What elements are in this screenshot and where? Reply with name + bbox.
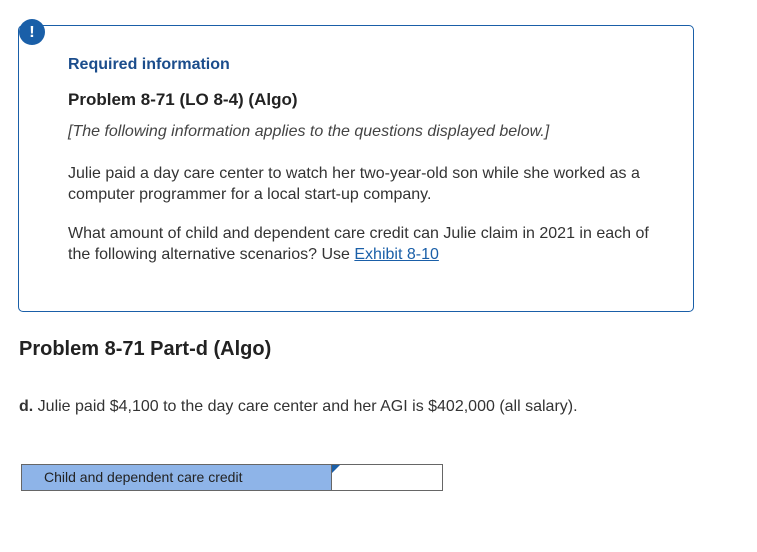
question-text: d. Julie paid $4,100 to the day care cen…	[19, 398, 578, 416]
required-information-heading: Required information	[68, 56, 230, 73]
answer-input-wrapper	[331, 465, 442, 490]
scenario-paragraph: Julie paid a day care center to watch he…	[68, 165, 640, 203]
input-corner-marker-icon	[332, 465, 340, 473]
answer-row: Child and dependent care credit	[21, 464, 443, 491]
exhibit-link[interactable]: Exhibit 8-10	[354, 246, 439, 263]
part-title: Problem 8-71 Part-d (Algo)	[19, 338, 272, 360]
instruction-paragraph: What amount of child and dependent care …	[68, 223, 668, 265]
credit-amount-input[interactable]	[331, 465, 442, 490]
required-information-panel: Required information Problem 8-71 (LO 8-…	[18, 25, 694, 312]
answer-label: Child and dependent care credit	[22, 465, 331, 490]
question-body: Julie paid $4,100 to the day care center…	[33, 398, 578, 415]
problem-title: Problem 8-71 (LO 8-4) (Algo)	[68, 90, 298, 109]
question-label: d.	[19, 398, 34, 415]
intro-note: [The following information applies to th…	[68, 123, 550, 140]
